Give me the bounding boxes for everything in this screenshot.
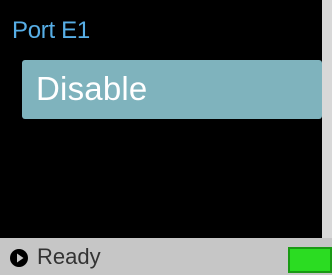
menu-item-label: Disable	[36, 70, 148, 107]
menu-item-disable[interactable]: Disable	[22, 60, 322, 119]
status-text: Ready	[37, 244, 101, 269]
page-title: Port E1	[12, 17, 90, 44]
device-screen: Port E1 Disable Ready	[0, 0, 332, 275]
right-edge-strip	[322, 0, 332, 238]
status-bar: Ready	[0, 238, 332, 275]
play-icon	[10, 249, 28, 267]
battery-icon	[288, 247, 332, 273]
